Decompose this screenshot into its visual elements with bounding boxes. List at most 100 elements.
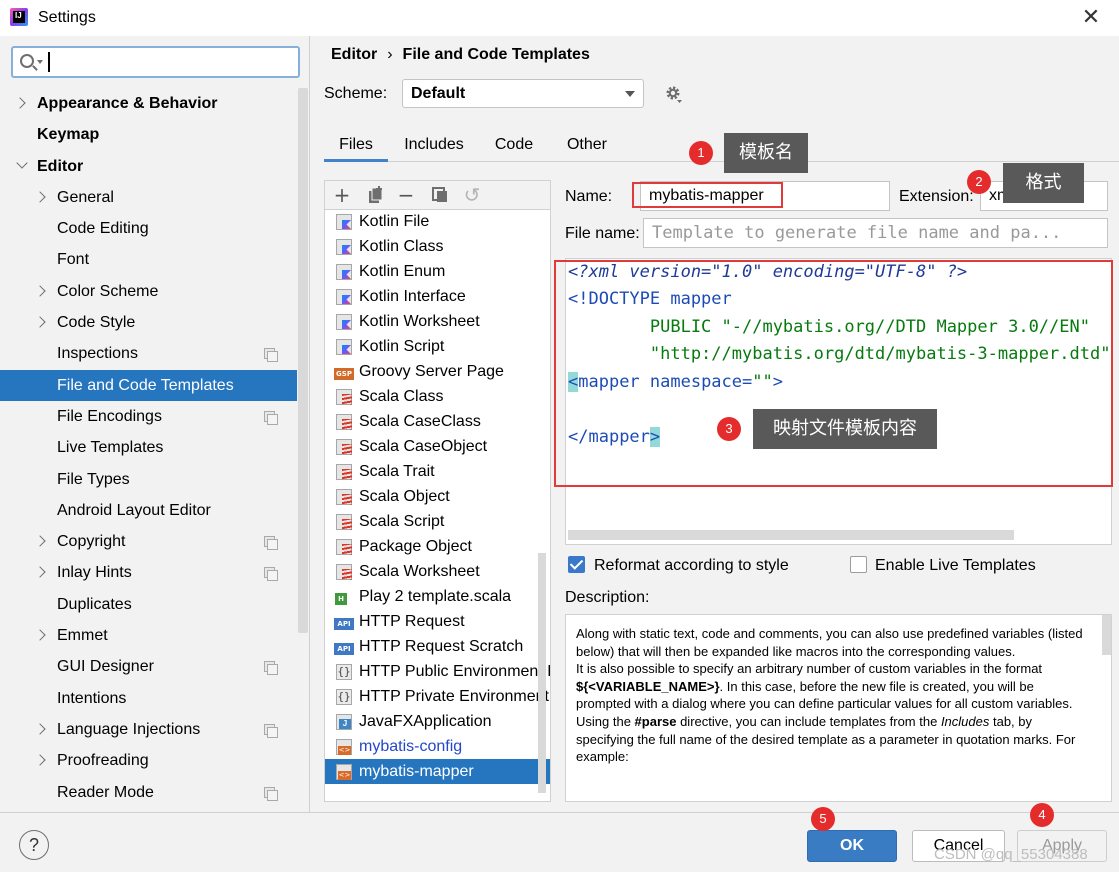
annotation-badge-1: 1 bbox=[689, 141, 713, 165]
list-item[interactable]: Scala CaseClass bbox=[325, 409, 550, 434]
chevron-right-icon[interactable] bbox=[34, 754, 46, 766]
list-item[interactable]: mybatis-config bbox=[325, 734, 550, 759]
list-item[interactable]: {}HTTP Private Environment File bbox=[325, 684, 550, 709]
name-label: Name: bbox=[565, 188, 613, 205]
sidebar-item-copyright[interactable]: Copyright bbox=[0, 526, 297, 557]
gear-icon[interactable] bbox=[665, 85, 683, 103]
sidebar-item-color-scheme[interactable]: Color Scheme bbox=[0, 276, 297, 307]
live-templates-checkbox[interactable] bbox=[850, 556, 867, 573]
intellij-icon: IJ bbox=[10, 8, 28, 26]
chevron-down-icon[interactable] bbox=[16, 156, 28, 169]
sidebar-item-intentions[interactable]: Intentions bbox=[0, 683, 297, 714]
sidebar-item-keymap[interactable]: Keymap bbox=[0, 119, 297, 150]
chevron-right-icon[interactable] bbox=[34, 566, 46, 579]
sidebar-item-file-types[interactable]: File Types bbox=[0, 464, 297, 495]
remove-icon[interactable]: − bbox=[396, 185, 416, 205]
sidebar-item-emmet[interactable]: Emmet bbox=[0, 620, 297, 651]
annotation-badge-3: 3 bbox=[717, 417, 741, 441]
search-history-icon[interactable] bbox=[37, 60, 43, 64]
list-item[interactable]: GSP Groovy Server Page bbox=[325, 359, 550, 384]
sidebar-item-reader-mode[interactable]: Reader Mode bbox=[0, 777, 297, 808]
description-scrollbar[interactable] bbox=[1102, 615, 1111, 655]
reformat-checkbox[interactable] bbox=[568, 556, 585, 573]
sidebar-item-proofreading[interactable]: Proofreading bbox=[0, 745, 297, 776]
sidebar-item-android-layout-editor[interactable]: Android Layout Editor bbox=[0, 495, 297, 526]
chevron-right-icon[interactable] bbox=[34, 629, 46, 641]
ok-button[interactable]: OK bbox=[807, 830, 897, 862]
text-cursor bbox=[48, 52, 50, 72]
list-item[interactable]: Scala Class bbox=[325, 384, 550, 409]
chevron-down-icon bbox=[625, 91, 635, 97]
reset-icon[interactable]: ↺ bbox=[462, 185, 482, 205]
list-item[interactable]: Kotlin File bbox=[325, 209, 550, 234]
list-item[interactable]: API HTTP Request bbox=[325, 609, 550, 634]
kotlin-icon bbox=[336, 239, 352, 255]
settings-window: IJ Settings ✕ Appearance & Behavior Keym… bbox=[0, 0, 1119, 872]
list-item[interactable]: JavaFXApplication bbox=[325, 709, 550, 734]
project-scope-icon bbox=[264, 786, 278, 801]
search-input[interactable] bbox=[11, 46, 300, 78]
chevron-right-icon[interactable] bbox=[34, 723, 46, 735]
list-item[interactable]: Scala Object bbox=[325, 484, 550, 509]
description-paragraph: It is also possible to specify an arbitr… bbox=[576, 661, 1073, 712]
chevron-right-icon[interactable] bbox=[34, 191, 46, 203]
reformat-label: Reformat according to style bbox=[594, 557, 789, 574]
list-item[interactable]: Package Object bbox=[325, 534, 550, 559]
kotlin-icon bbox=[336, 314, 352, 330]
project-scope-icon bbox=[264, 536, 278, 551]
highlight-name bbox=[632, 182, 783, 208]
sidebar-item-code-style[interactable]: Code Style bbox=[0, 307, 297, 338]
annotation-callout-template-name: 模板名 bbox=[724, 133, 808, 173]
sidebar-item-editor[interactable]: Editor bbox=[0, 151, 297, 182]
editor-scrollbar[interactable] bbox=[568, 530, 1014, 540]
tab-files[interactable]: Files bbox=[324, 130, 388, 162]
sidebar-item-appearance-behavior[interactable]: Appearance & Behavior bbox=[0, 88, 297, 119]
sidebar-item-code-editing[interactable]: Code Editing bbox=[0, 213, 297, 244]
sidebar-item-language-injections[interactable]: Language Injections bbox=[0, 714, 297, 745]
list-item[interactable]: Kotlin Interface bbox=[325, 284, 550, 309]
chevron-right-icon[interactable] bbox=[34, 285, 46, 297]
help-button[interactable]: ? bbox=[19, 830, 49, 860]
list-item[interactable]: Scala Trait bbox=[325, 459, 550, 484]
sidebar-item-live-templates[interactable]: Live Templates bbox=[0, 432, 297, 463]
chevron-right-icon[interactable] bbox=[34, 535, 46, 547]
sidebar-item-file-and-code-templates[interactable]: File and Code Templates bbox=[0, 369, 297, 401]
filename-label: File name: bbox=[565, 225, 640, 242]
copy-icon[interactable] bbox=[430, 185, 450, 205]
sidebar-item-general[interactable]: General bbox=[0, 182, 297, 213]
list-item[interactable]: Scala Worksheet bbox=[325, 559, 550, 584]
list-item[interactable]: H Play 2 template.scala bbox=[325, 584, 550, 609]
sidebar-item-file-encodings[interactable]: File Encodings bbox=[0, 401, 297, 432]
sidebar-item-font[interactable]: Font bbox=[0, 244, 297, 275]
add-icon[interactable]: + bbox=[332, 185, 352, 205]
sidebar-item-duplicates[interactable]: Duplicates bbox=[0, 589, 297, 620]
chevron-right-icon[interactable] bbox=[34, 316, 46, 328]
list-item[interactable]: {}HTTP Public Environment File bbox=[325, 659, 550, 684]
sidebar-item-inspections[interactable]: Inspections bbox=[0, 338, 297, 369]
tab-other[interactable]: Other bbox=[556, 130, 618, 162]
scala-icon bbox=[336, 414, 352, 430]
list-item[interactable]: mybatis-mapper bbox=[325, 759, 550, 784]
close-icon[interactable]: ✕ bbox=[1077, 4, 1105, 32]
tab-code[interactable]: Code bbox=[484, 130, 544, 162]
list-item[interactable]: Kotlin Class bbox=[325, 234, 550, 259]
list-item[interactable]: Scala Script bbox=[325, 509, 550, 534]
sidebar-scrollbar[interactable] bbox=[298, 88, 308, 633]
list-item[interactable]: Scala CaseObject bbox=[325, 434, 550, 459]
sidebar-item-gui-designer[interactable]: GUI Designer bbox=[0, 651, 297, 682]
filename-input[interactable]: Template to generate file name and pa... bbox=[643, 218, 1108, 248]
list-item[interactable]: Kotlin Script bbox=[325, 334, 550, 359]
add-child-icon[interactable] bbox=[366, 185, 386, 205]
list-item[interactable]: Kotlin Enum bbox=[325, 259, 550, 284]
list-item[interactable]: API HTTP Request Scratch bbox=[325, 634, 550, 659]
tab-includes[interactable]: Includes bbox=[394, 130, 474, 162]
scheme-dropdown[interactable]: Default bbox=[402, 79, 644, 108]
chevron-right-icon[interactable] bbox=[14, 97, 26, 109]
sidebar-item-inlay-hints[interactable]: Inlay Hints bbox=[0, 557, 297, 588]
list-item[interactable]: Kotlin Worksheet bbox=[325, 309, 550, 334]
api-icon: API bbox=[334, 643, 354, 655]
kotlin-icon bbox=[336, 214, 352, 230]
highlight-editor bbox=[554, 260, 1113, 487]
annotation-badge-4: 4 bbox=[1030, 803, 1054, 827]
list-scrollbar[interactable] bbox=[538, 553, 546, 793]
